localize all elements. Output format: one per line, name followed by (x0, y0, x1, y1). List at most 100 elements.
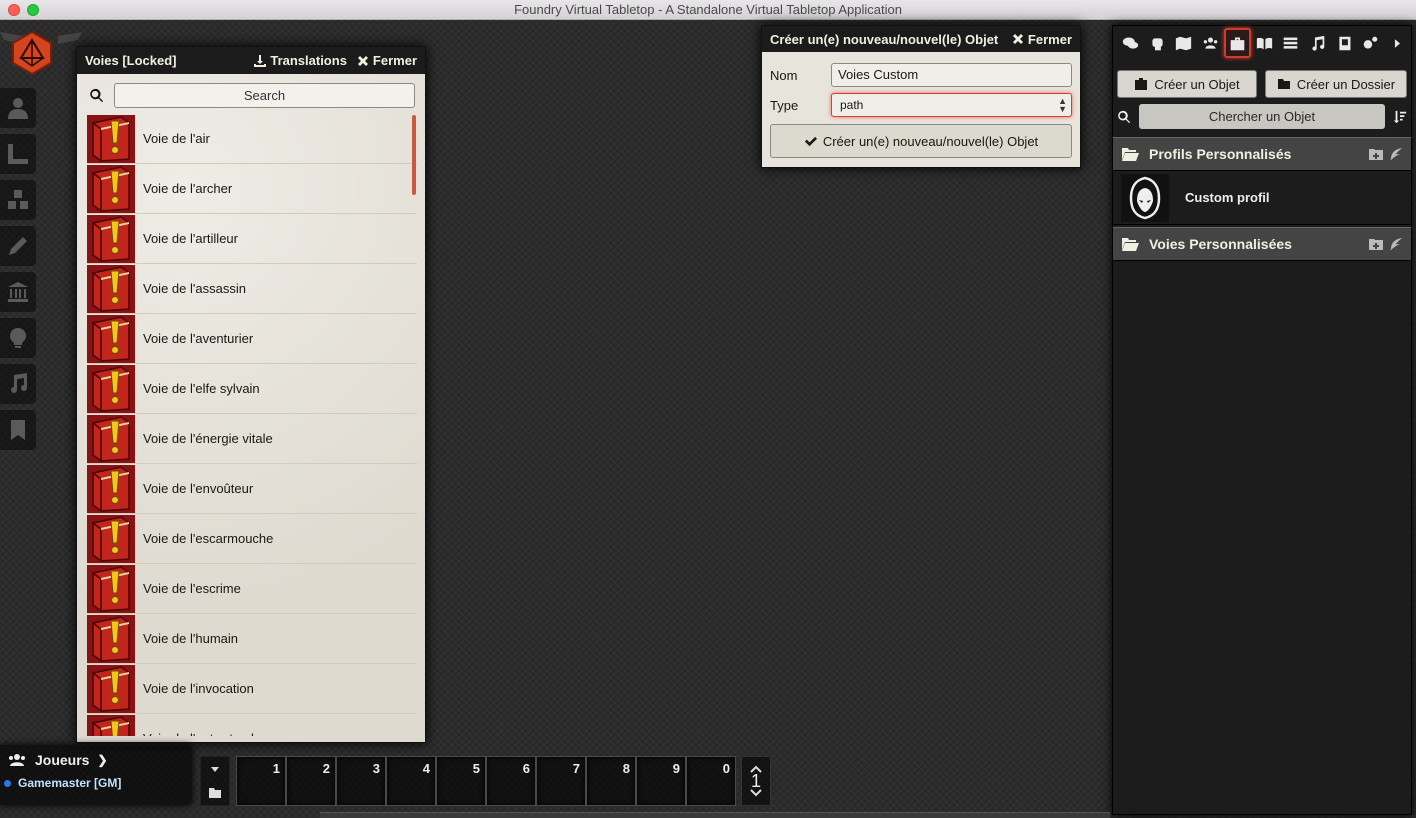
tab-journal[interactable] (1251, 28, 1278, 58)
ruler-icon (8, 144, 28, 164)
type-select[interactable]: path ▲ ▼ (831, 93, 1072, 117)
compendium-list-item[interactable]: Voie de l'invocation (87, 664, 417, 714)
compendium-list-item[interactable]: Voie de l'assassin (87, 264, 417, 314)
tab-actors[interactable] (1197, 28, 1224, 58)
sort-icon[interactable] (1393, 110, 1407, 124)
drawing-controls-button[interactable] (0, 226, 36, 266)
hotbar-slot[interactable]: 3 (336, 756, 386, 806)
chevron-down-icon[interactable] (749, 788, 763, 798)
measure-controls-button[interactable] (0, 134, 36, 174)
lighting-controls-button[interactable] (0, 318, 36, 358)
hotbar-slot[interactable]: 0 (686, 756, 736, 806)
feather-icon[interactable] (1389, 237, 1403, 251)
compendium-list-item[interactable]: Voie de l'archer (87, 164, 417, 214)
compendium-list-item[interactable]: Voie de l'escarmouche (87, 514, 417, 564)
close-window-button[interactable] (8, 4, 20, 16)
hotbar-slot[interactable]: 4 (386, 756, 436, 806)
name-label: Nom (770, 67, 798, 83)
compendium-item-name: Voie de l'escrime (143, 581, 241, 596)
name-row: Nom Voies Custom (762, 60, 1080, 90)
compendium-list-item[interactable]: Voie de l'humain (87, 614, 417, 664)
tab-settings[interactable] (1358, 28, 1385, 58)
folder-voies[interactable]: Voies Personnalisées (1113, 227, 1411, 261)
compendium-list-item[interactable]: Voie de l'elfe sylvain (87, 364, 417, 414)
foundry-logo-icon[interactable] (9, 30, 55, 76)
compendium-item-name: Voie de l'outre-tombe (143, 731, 265, 736)
folder-plus-icon[interactable] (1369, 237, 1383, 251)
tab-tables[interactable] (1277, 28, 1304, 58)
player-name: Gamemaster [GM] (18, 776, 122, 790)
folder-profils[interactable]: Profils Personnalisés (1113, 137, 1411, 171)
zoom-window-button[interactable] (27, 4, 39, 16)
red-book-exclamation-icon (87, 464, 135, 513)
compendium-list: Voie de l'air Voie de l'archer Voie de l'a… (87, 114, 417, 736)
players-header[interactable]: Joueurs ❯ (1, 746, 191, 772)
hotbar-slot[interactable]: 1 (236, 756, 286, 806)
hotbar-slot[interactable]: 7 (536, 756, 586, 806)
translations-label: Translations (270, 53, 347, 68)
red-book-exclamation-icon (87, 414, 135, 463)
compendium-list-item[interactable]: Voie de l'air (87, 114, 417, 164)
hotbar-slot[interactable]: 5 (436, 756, 486, 806)
tab-combat[interactable] (1144, 28, 1171, 58)
compendium-search-input[interactable]: Search (114, 83, 415, 108)
map-icon (1176, 36, 1192, 50)
item-entry-custom-profil[interactable]: Custom profil (1113, 171, 1411, 225)
create-item-button[interactable]: Créer un Objet (1117, 70, 1257, 98)
compendium-list-item[interactable]: Voie de l'escrime (87, 564, 417, 614)
translations-button[interactable]: Translations (254, 53, 347, 68)
compendium-item-name: Voie de l'envoûteur (143, 481, 254, 496)
folder-plus-icon[interactable] (1369, 147, 1383, 161)
compendium-list-item[interactable]: Voie de l'énergie vitale (87, 414, 417, 464)
hotbar-slot[interactable]: 9 (636, 756, 686, 806)
music-icon (11, 373, 27, 393)
compendium-list-item[interactable]: Voie de l'artilleur (87, 214, 417, 264)
sidebar-actions: Créer un Objet Créer un Dossier (1113, 60, 1411, 98)
create-submit-button[interactable]: Créer un(e) nouveau/nouvel(le) Objet (770, 124, 1072, 158)
sound-controls-button[interactable] (0, 364, 36, 404)
dialog-close-label: Fermer (1027, 31, 1072, 47)
dialog-close-button[interactable]: Fermer (1012, 32, 1072, 47)
compendium-scrollbar[interactable] (412, 115, 416, 195)
sidebar: Créer un Objet Créer un Dossier Chercher… (1112, 25, 1412, 815)
folder-open-icon (1122, 238, 1139, 251)
chevron-down-icon: ❯ (97, 753, 108, 767)
tiles-controls-button[interactable] (0, 180, 36, 220)
compendium-list-item[interactable]: Voie de l'aventurier (87, 314, 417, 364)
create-folder-button[interactable]: Créer un Dossier (1265, 70, 1407, 98)
select-arrows-icon: ▲ ▼ (1058, 96, 1067, 114)
name-input[interactable]: Voies Custom (831, 63, 1072, 87)
hotbar-slot[interactable]: 8 (586, 756, 636, 806)
notes-controls-button[interactable] (0, 410, 36, 450)
hotbar-page-control: 1 (741, 756, 771, 806)
search-icon (1118, 110, 1131, 123)
tab-scenes[interactable] (1170, 28, 1197, 58)
compendium-item-name: Voie de l'assassin (143, 281, 246, 296)
sidebar-search-input[interactable]: Chercher un Objet (1139, 104, 1385, 129)
tab-chat[interactable] (1117, 28, 1144, 58)
feather-icon[interactable] (1389, 147, 1403, 161)
token-controls-button[interactable] (0, 88, 36, 128)
tab-collapse[interactable] (1384, 28, 1411, 58)
tab-compendium[interactable] (1331, 28, 1358, 58)
hotbar-slot-number: 5 (472, 761, 480, 776)
compendium-close-button[interactable]: Fermer (357, 53, 417, 68)
tab-items[interactable] (1223, 28, 1251, 58)
red-book-exclamation-icon (87, 514, 135, 563)
hotbar-slot[interactable]: 6 (486, 756, 536, 806)
folder-name: Profils Personnalisés (1149, 146, 1292, 162)
folder-icon[interactable] (208, 787, 222, 799)
music-icon (1312, 35, 1325, 51)
lightbulb-icon (10, 328, 26, 348)
hotbar-slot[interactable]: 2 (286, 756, 336, 806)
walls-controls-button[interactable] (0, 272, 36, 312)
player-gamemaster[interactable]: Gamemaster [GM] (1, 772, 191, 794)
player-status-dot (4, 779, 11, 787)
type-label: Type (770, 97, 799, 113)
tab-playlists[interactable] (1304, 28, 1331, 58)
compendium-list-item[interactable]: Voie de l'envoûteur (87, 464, 417, 514)
compendium-item-name: Voie de l'artilleur (143, 231, 238, 246)
red-book-exclamation-icon (87, 114, 135, 163)
compendium-list-item[interactable]: Voie de l'outre-tombe (87, 714, 417, 736)
caret-down-icon[interactable] (208, 763, 222, 775)
